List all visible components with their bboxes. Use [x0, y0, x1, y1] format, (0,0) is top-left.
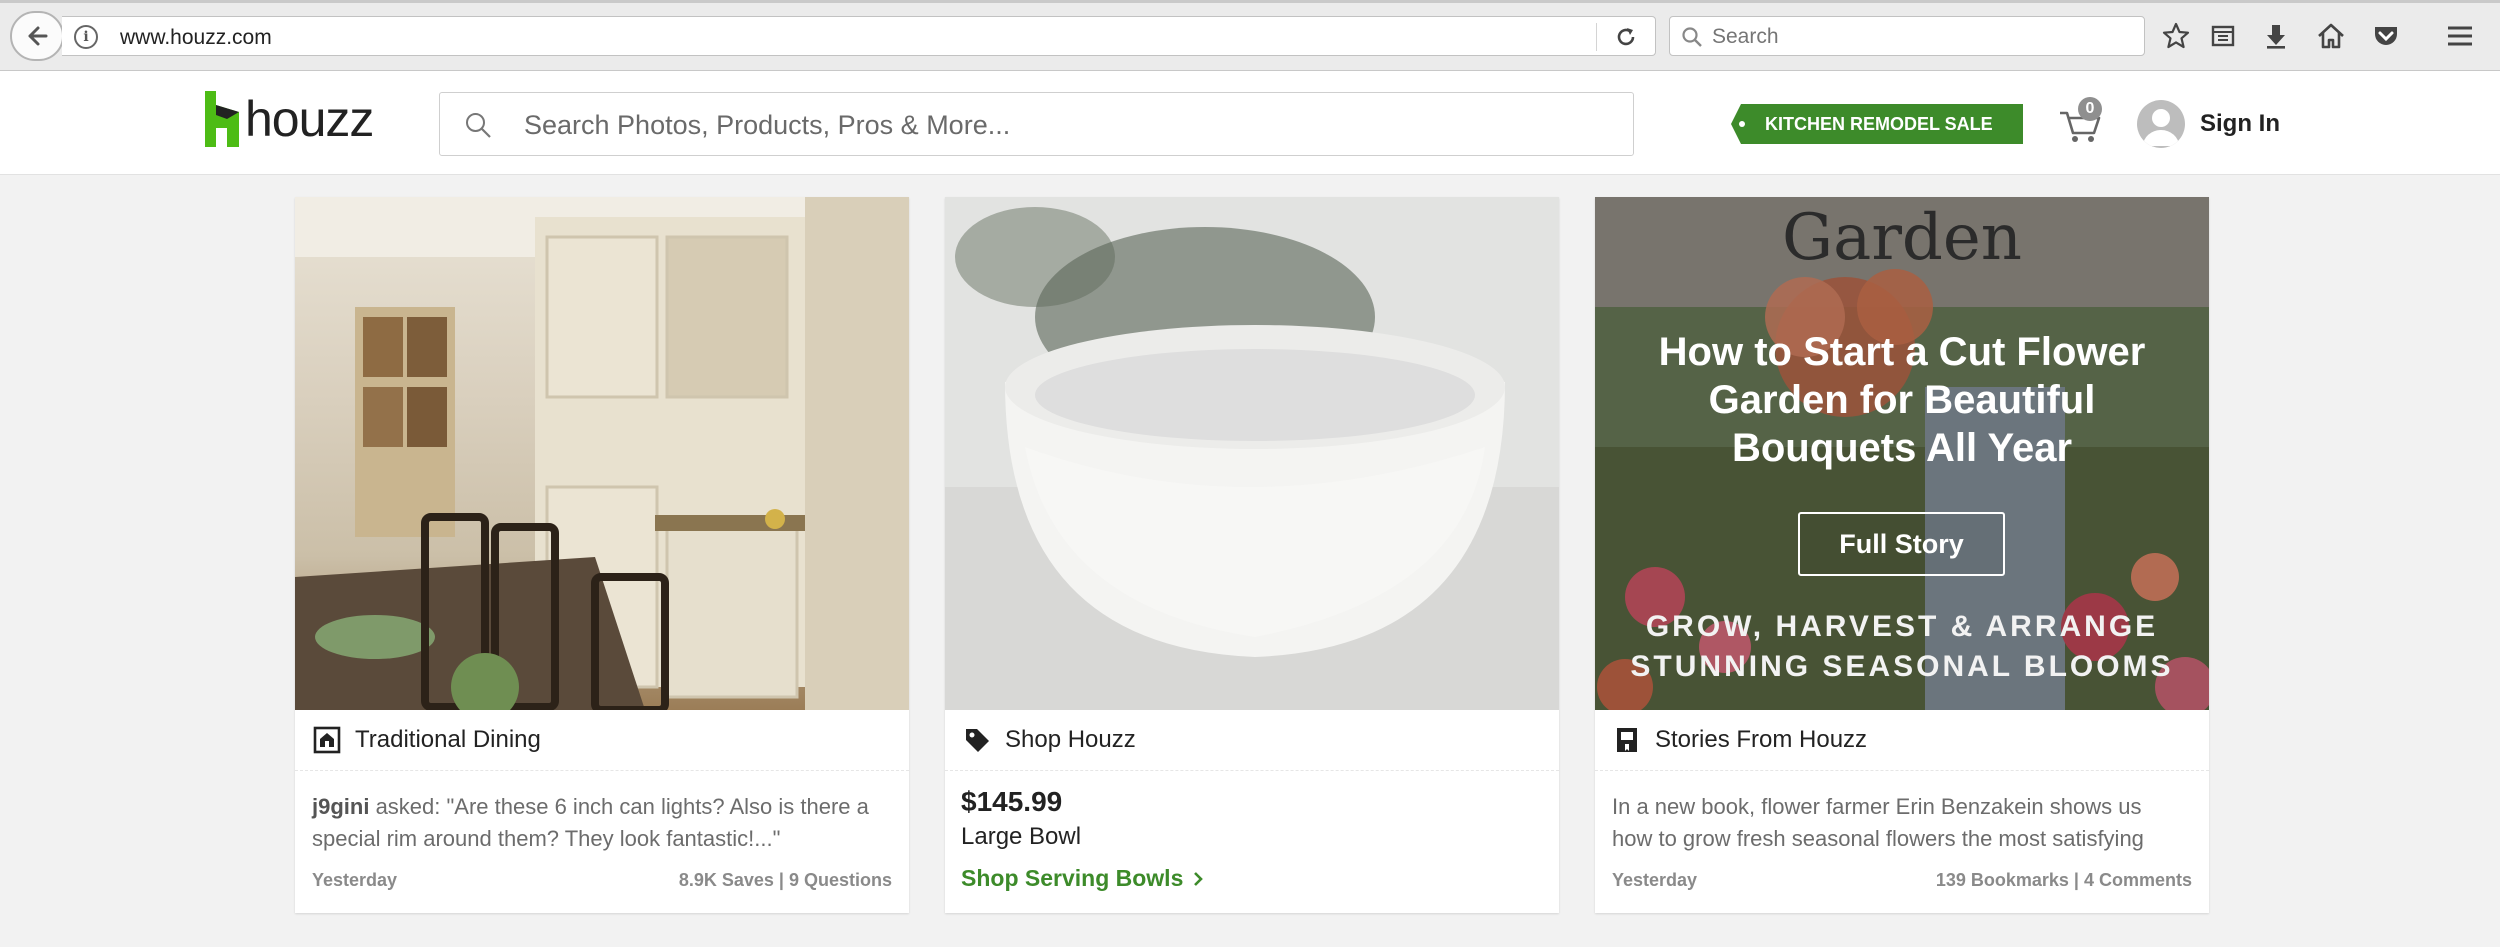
card-image[interactable] [295, 197, 909, 710]
shop-serving-bowls-link[interactable]: Shop Serving Bowls [961, 865, 1204, 892]
product-card[interactable]: Shop Houzz $145.99 Large Bowl Shop Servi… [945, 197, 1559, 913]
card-meta: Yesterday 139 Bookmarks | 4 Comments [1612, 870, 2192, 891]
card-date: Yesterday [312, 870, 398, 890]
card-description: j9gini asked: "Are these 6 inch can ligh… [312, 791, 897, 855]
menu-icon[interactable] [2442, 18, 2478, 54]
reload-icon[interactable] [1610, 21, 1642, 53]
site-header: houzz KITCHEN REMODEL SALE 0 Sign In [0, 71, 2500, 175]
site-search-input[interactable] [524, 107, 1614, 143]
chevron-right-icon [1193, 872, 1203, 886]
promo-label: KITCHEN REMODEL SALE [1765, 113, 1993, 134]
shop-link-label: Shop Serving Bowls [961, 865, 1184, 891]
product-name[interactable]: Large Bowl [961, 823, 1081, 851]
logo-text: houzz [245, 91, 374, 147]
avatar[interactable] [2137, 100, 2185, 148]
sign-in-link[interactable]: Sign In [2200, 110, 2280, 138]
card-category[interactable]: Shop Houzz [1005, 726, 1136, 754]
card-date: Yesterday [1612, 870, 1698, 890]
houzz-logo-icon [205, 91, 239, 147]
story-card[interactable]: Garden How to Start a Cut Flower Garden … [1595, 197, 2209, 913]
card-image[interactable]: Garden How to Start a Cut Flower Garden … [1595, 197, 2209, 710]
story-text-line1: In a new book, flower farmer Erin Benzak… [1612, 794, 2142, 819]
full-story-button[interactable]: Full Story [1798, 512, 2005, 576]
home-icon[interactable] [2313, 18, 2349, 54]
user-icon [2143, 109, 2179, 146]
reading-list-icon[interactable] [2205, 18, 2241, 54]
search-icon [466, 113, 491, 138]
card-category[interactable]: Stories From Houzz [1655, 726, 1867, 754]
question-text-line2: special rim around them? They look fanta… [312, 826, 781, 851]
download-icon[interactable] [2258, 18, 2294, 54]
card-category[interactable]: Traditional Dining [355, 726, 541, 754]
house-photo-icon [313, 726, 341, 754]
divider [1596, 23, 1597, 51]
image-subtitle: GROW, HARVEST & ARRANGE STUNNING SEASONA… [1595, 607, 2209, 687]
card-header[interactable]: Traditional Dining [295, 710, 909, 771]
card-meta: Yesterday 8.9K Saves | 9 Questions [312, 870, 892, 891]
question-author[interactable]: j9gini [312, 794, 369, 819]
card-stats: 139 Bookmarks | 4 Comments [1935, 870, 2192, 890]
site-search-box[interactable] [439, 92, 1634, 156]
bookmark-star-icon[interactable] [2158, 18, 2194, 54]
card-header[interactable]: Shop Houzz [945, 710, 1559, 771]
tab-strip [0, 0, 2500, 3]
houzz-logo[interactable]: houzz [205, 90, 374, 148]
bowl-photo [945, 197, 1559, 710]
card-stats: 8.9K Saves | 9 Questions [678, 870, 892, 890]
dining-room-photo [295, 197, 909, 710]
pocket-icon[interactable] [2368, 18, 2404, 54]
cart-count-badge: 0 [2078, 97, 2102, 121]
info-icon[interactable]: i [74, 25, 98, 49]
card-image[interactable] [945, 197, 1559, 710]
url-bar[interactable]: i www.houzz.com [62, 16, 1656, 56]
back-arrow-icon [28, 26, 48, 46]
book-icon [1613, 726, 1641, 754]
search-icon [1682, 27, 1702, 47]
photo-card[interactable]: Traditional Dining j9gini asked: "Are th… [295, 197, 909, 913]
image-top-word: Garden [1782, 201, 2022, 275]
card-header[interactable]: Stories From Houzz [1595, 710, 2209, 771]
browser-search-box[interactable] [1669, 16, 2145, 56]
browser-search-input[interactable] [1712, 23, 2132, 51]
promo-dot [1739, 121, 1745, 127]
tag-icon [963, 726, 991, 754]
card-description: In a new book, flower farmer Erin Benzak… [1612, 791, 2197, 855]
cart-button[interactable]: 0 [2058, 97, 2104, 145]
product-price: $145.99 [961, 786, 1063, 817]
story-text-line2: how to grow fresh seasonal flowers the m… [1612, 826, 2144, 851]
story-title[interactable]: How to Start a Cut Flower Garden for Bea… [1615, 328, 2189, 472]
back-button[interactable] [10, 11, 64, 61]
promo-badge[interactable]: KITCHEN REMODEL SALE [1731, 104, 2023, 144]
image-subtitle-line2: STUNNING SEASONAL BLOOMS [1630, 650, 2174, 683]
browser-toolbar: i www.houzz.com [0, 0, 2500, 71]
image-subtitle-line1: GROW, HARVEST & ARRANGE [1645, 610, 2159, 643]
url-text[interactable]: www.houzz.com [120, 26, 272, 50]
question-text-line1: asked: "Are these 6 inch can lights? Als… [369, 794, 869, 819]
